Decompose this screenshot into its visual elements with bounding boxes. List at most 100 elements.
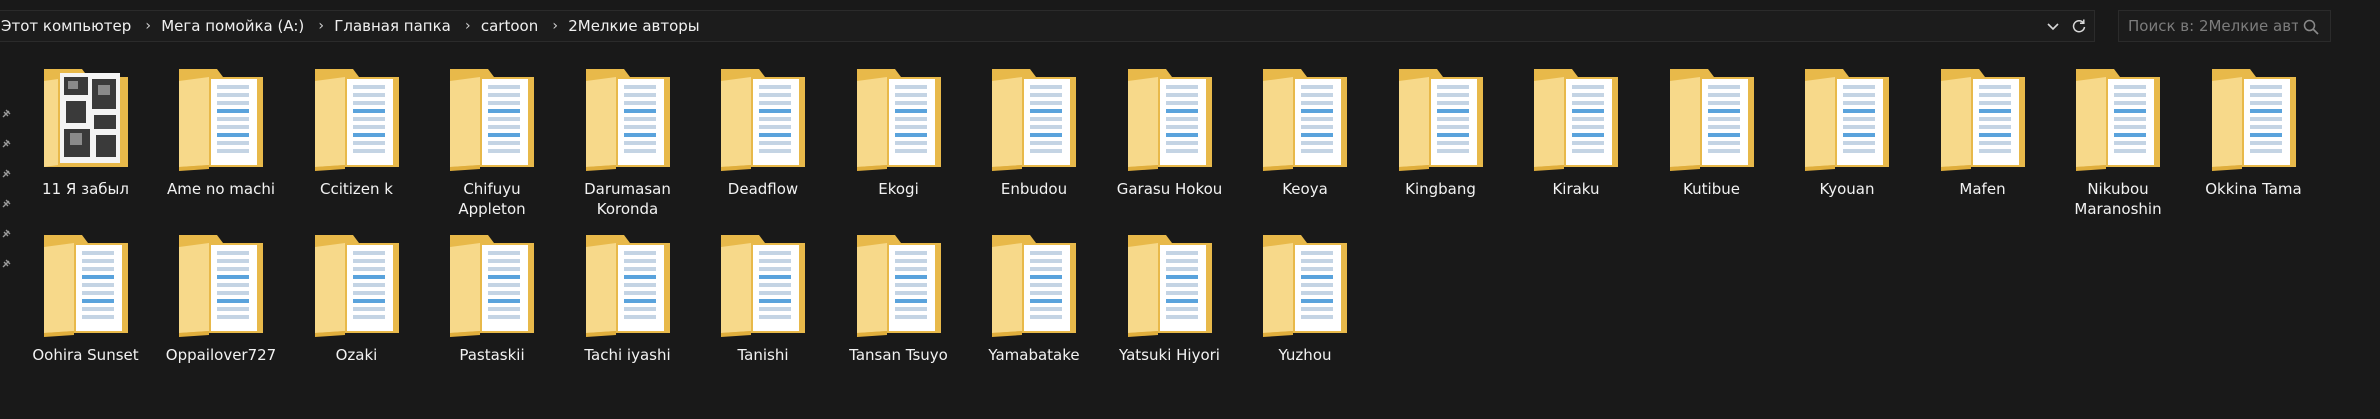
folder-item[interactable]: Ccitizen k xyxy=(288,63,425,199)
folder-icon[interactable] xyxy=(2206,63,2302,173)
folder-label: Garasu Hokou xyxy=(1116,180,1223,198)
folder-label: Okkina Tama xyxy=(2205,180,2302,198)
breadcrumb-item-main-folder[interactable]: Главная папка xyxy=(334,17,455,35)
folder-item[interactable]: Nikubou Maranoshin xyxy=(2050,63,2187,219)
folder-item[interactable]: Garasu Hokou xyxy=(1101,63,1238,199)
pin-icon[interactable] xyxy=(0,168,12,180)
folder-label: Nikubou Maranoshin xyxy=(2074,180,2162,218)
folder-icon[interactable] xyxy=(1393,63,1489,173)
folder-item[interactable]: Yatsuki Hiyori xyxy=(1101,229,1238,365)
folder-item[interactable]: Ekogi xyxy=(830,63,967,199)
folder-item[interactable]: Enbudou xyxy=(966,63,1103,199)
folder-label: Ame no machi xyxy=(166,180,276,198)
chevron-right-icon[interactable]: › xyxy=(135,18,161,34)
folder-label: Deadflow xyxy=(727,180,799,198)
pin-icon[interactable] xyxy=(0,198,12,210)
breadcrumb-item-this-pc[interactable]: Этот компьютер xyxy=(0,17,135,35)
folder-label: Kingbang xyxy=(1405,180,1476,198)
folder-item[interactable]: Ozaki xyxy=(288,229,425,365)
folder-label: Tanishi xyxy=(737,346,789,364)
folder-icon[interactable] xyxy=(580,229,676,339)
folder-item[interactable]: Chifuyu Appleton xyxy=(424,63,561,219)
folder-label: Yatsuki Hiyori xyxy=(1119,346,1220,364)
chevron-right-icon[interactable]: › xyxy=(542,18,568,34)
breadcrumb-item-current[interactable]: 2Мелкие авторы xyxy=(568,17,703,35)
address-bar: Этот компьютер › Мега помойка (A:) › Гла… xyxy=(0,0,2380,50)
folder-item[interactable]: Kingbang xyxy=(1372,63,1509,199)
chevron-right-icon[interactable]: › xyxy=(455,18,481,34)
folder-icon[interactable] xyxy=(173,229,269,339)
folder-icon[interactable] xyxy=(986,63,1082,173)
folder-label: Ekogi xyxy=(878,180,919,198)
folder-label: Kyouan xyxy=(1819,180,1875,198)
folder-icon[interactable] xyxy=(851,63,947,173)
folder-icon[interactable] xyxy=(715,229,811,339)
search-icon[interactable] xyxy=(2302,18,2320,36)
folder-item[interactable]: Keoya xyxy=(1237,63,1374,199)
pin-icon[interactable] xyxy=(0,228,12,240)
pin-icon[interactable] xyxy=(0,258,12,270)
folder-icon[interactable] xyxy=(444,63,540,173)
folder-icon[interactable] xyxy=(986,229,1082,339)
folder-label: Yamabatake xyxy=(988,346,1080,364)
folder-item[interactable]: Tanishi xyxy=(695,229,832,365)
folder-icon[interactable] xyxy=(1664,63,1760,173)
folder-label: Kiraku xyxy=(1552,180,1600,198)
folder-item[interactable]: Kiraku xyxy=(1508,63,1645,199)
folder-item[interactable]: Yuzhou xyxy=(1237,229,1374,365)
folder-icon[interactable] xyxy=(1257,229,1353,339)
folder-icon[interactable] xyxy=(173,63,269,173)
folder-icon[interactable] xyxy=(38,229,134,339)
folder-icon[interactable] xyxy=(309,63,405,173)
folder-icon[interactable] xyxy=(851,229,947,339)
pin-icon[interactable] xyxy=(0,138,12,150)
folder-icon[interactable] xyxy=(1935,63,2031,173)
folder-label: Chifuyu Appleton xyxy=(458,180,526,218)
search-input[interactable] xyxy=(2119,16,2300,36)
folder-icon[interactable] xyxy=(444,229,540,339)
folder-icon[interactable] xyxy=(1257,63,1353,173)
folder-item[interactable]: Tansan Tsuyo xyxy=(830,229,967,365)
folder-item[interactable]: Yamabatake xyxy=(966,229,1103,365)
breadcrumb-item-cartoon[interactable]: cartoon xyxy=(481,17,542,35)
folder-item[interactable]: Mafen xyxy=(1914,63,2051,199)
search-box[interactable] xyxy=(2118,10,2331,42)
chevron-right-icon[interactable]: › xyxy=(308,18,334,34)
chevron-down-icon[interactable] xyxy=(2044,17,2062,35)
folder-label: Pastaskii xyxy=(459,346,525,364)
folder-item[interactable]: Okkina Tama xyxy=(2185,63,2322,199)
image-folder-icon[interactable] xyxy=(38,63,134,173)
folder-label: Yuzhou xyxy=(1278,346,1332,364)
folder-item[interactable]: Kutibue xyxy=(1643,63,1780,199)
folder-label: Tansan Tsuyo xyxy=(849,346,948,364)
breadcrumb-item-drive[interactable]: Мега помойка (A:) xyxy=(161,17,308,35)
folder-item[interactable]: 11 Я забыл xyxy=(17,63,154,199)
folder-label: Tachi iyashi xyxy=(584,346,671,364)
folder-icon[interactable] xyxy=(2070,63,2166,173)
folder-label: Ozaki xyxy=(335,346,378,364)
folder-label: Kutibue xyxy=(1683,180,1740,198)
folder-label: Oppailover727 xyxy=(165,346,277,364)
folder-item[interactable]: Oppailover727 xyxy=(153,229,290,365)
refresh-icon[interactable] xyxy=(2070,17,2088,35)
folder-icon[interactable] xyxy=(1122,63,1218,173)
folder-icon[interactable] xyxy=(1799,63,1895,173)
pin-icon[interactable] xyxy=(0,108,12,120)
folder-icon[interactable] xyxy=(1122,229,1218,339)
folder-icon[interactable] xyxy=(309,229,405,339)
folder-icon[interactable] xyxy=(715,63,811,173)
folder-item[interactable]: Pastaskii xyxy=(424,229,561,365)
folder-item[interactable]: Kyouan xyxy=(1779,63,1916,199)
breadcrumb[interactable]: Этот компьютер › Мега помойка (A:) › Гла… xyxy=(0,10,2095,42)
folder-item[interactable]: Darumasan Koronda xyxy=(559,63,696,219)
folder-label: Ccitizen k xyxy=(319,180,393,198)
folder-item[interactable]: Deadflow xyxy=(695,63,832,199)
folder-label: 11 Я забыл xyxy=(42,180,129,198)
folder-label: Darumasan Koronda xyxy=(584,180,671,218)
folder-item[interactable]: Oohira Sunset xyxy=(17,229,154,365)
folder-item[interactable]: Tachi iyashi xyxy=(559,229,696,365)
folder-icon[interactable] xyxy=(1528,63,1624,173)
folder-icon[interactable] xyxy=(580,63,676,173)
quick-access-pins xyxy=(0,50,16,419)
folder-item[interactable]: Ame no machi xyxy=(153,63,290,199)
